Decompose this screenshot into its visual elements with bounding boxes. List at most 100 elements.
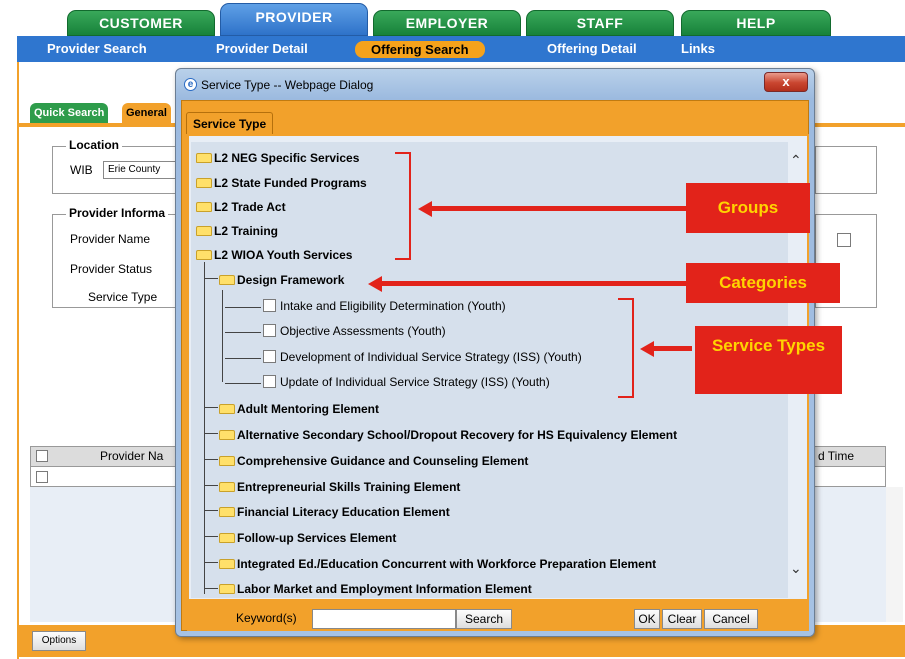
- folder-icon: [219, 507, 235, 517]
- row-checkbox[interactable]: [36, 471, 48, 483]
- tree-line: [222, 290, 223, 382]
- tree-connector: [204, 495, 218, 511]
- scroll-up-icon[interactable]: ⌃: [790, 152, 802, 169]
- tree-connector: [204, 470, 218, 486]
- tree-category[interactable]: Integrated Ed./Education Concurrent with…: [219, 557, 656, 571]
- tree-connector: [225, 317, 261, 333]
- service-types-annotation: Service Types: [695, 326, 842, 394]
- checkbox-right[interactable]: [837, 233, 851, 247]
- tree-group[interactable]: L2 Training: [196, 224, 278, 238]
- checkbox[interactable]: [263, 375, 276, 388]
- tab-help[interactable]: HELP: [681, 10, 831, 36]
- tree-service-type[interactable]: Update of Individual Service Strategy (I…: [263, 375, 550, 389]
- categories-arrowhead: [368, 276, 382, 292]
- tree-connector: [225, 343, 261, 359]
- folder-icon: [196, 202, 212, 212]
- service-type-label: Service Type: [88, 290, 158, 304]
- tree-group[interactable]: L2 Trade Act: [196, 200, 286, 214]
- nav-links[interactable]: Links: [681, 36, 715, 62]
- tab-customer[interactable]: CUSTOMER: [67, 10, 215, 36]
- tab-general[interactable]: General: [122, 103, 171, 123]
- folder-icon: [219, 275, 235, 285]
- options-button[interactable]: Options: [32, 631, 86, 651]
- tree-connector: [225, 368, 261, 384]
- cancel-button[interactable]: Cancel: [704, 609, 758, 629]
- keyword-input[interactable]: [312, 609, 456, 629]
- nav-provider-search[interactable]: Provider Search: [47, 36, 147, 62]
- tree-connector: [204, 262, 218, 279]
- grid-scrollbar[interactable]: [886, 487, 903, 622]
- keyword-label: Keyword(s): [236, 611, 297, 625]
- folder-icon: [219, 430, 235, 440]
- provider-name-label: Provider Name: [70, 232, 151, 246]
- wib-select[interactable]: Erie County: [103, 161, 177, 179]
- folder-icon: [196, 178, 212, 188]
- col-end-time[interactable]: d Time: [818, 449, 854, 463]
- tree-connector: [225, 292, 261, 308]
- wib-label: WIB: [70, 163, 93, 177]
- service-types-arrowhead: [640, 341, 654, 357]
- sub-nav-bar: Provider Search Provider Detail Offering…: [17, 36, 905, 62]
- groups-annotation: Groups: [686, 183, 810, 233]
- checkbox[interactable]: [263, 299, 276, 312]
- scroll-down-icon[interactable]: ⌄: [790, 560, 802, 577]
- groups-arrowhead: [418, 201, 432, 217]
- tree-service-type[interactable]: Development of Individual Service Strate…: [263, 350, 582, 364]
- folder-icon: [196, 226, 212, 236]
- folder-icon: [219, 559, 235, 569]
- tree-service-type[interactable]: Intake and Eligibility Determination (Yo…: [263, 299, 506, 313]
- ie-icon: e: [184, 78, 197, 91]
- checkbox[interactable]: [263, 324, 276, 337]
- nav-provider-detail[interactable]: Provider Detail: [216, 36, 308, 62]
- tree-connector: [204, 547, 218, 563]
- tree-category[interactable]: Comprehensive Guidance and Counseling El…: [219, 454, 528, 468]
- clear-button[interactable]: Clear: [662, 609, 702, 629]
- tree-category[interactable]: Labor Market and Employment Information …: [219, 582, 532, 596]
- provider-info-legend: Provider Informa: [66, 206, 169, 220]
- tree-connector: [204, 392, 218, 408]
- tab-quick-search[interactable]: Quick Search: [30, 103, 109, 123]
- folder-icon: [196, 250, 212, 260]
- tree-category[interactable]: Financial Literacy Education Element: [219, 505, 450, 519]
- tree-connector: [204, 573, 218, 589]
- dialog-title: Service Type -- Webpage Dialog: [201, 78, 374, 92]
- tab-provider[interactable]: PROVIDER: [220, 3, 368, 36]
- folder-icon: [219, 584, 235, 594]
- tree-category[interactable]: Entrepreneurial Skills Training Element: [219, 480, 460, 494]
- folder-icon: [219, 456, 235, 466]
- tree-group[interactable]: L2 WIOA Youth Services: [196, 248, 352, 262]
- provider-status-label: Provider Status: [70, 262, 153, 276]
- service-types-arrow: [652, 346, 692, 351]
- checkbox[interactable]: [263, 350, 276, 363]
- tab-staff[interactable]: STAFF: [526, 10, 674, 36]
- tree-category[interactable]: Alternative Secondary School/Dropout Rec…: [219, 428, 677, 442]
- col-provider-name[interactable]: Provider Na: [100, 449, 163, 463]
- folder-icon: [219, 533, 235, 543]
- groups-bracket: [395, 152, 411, 260]
- tree-category[interactable]: Design Framework: [219, 273, 344, 287]
- tree-category[interactable]: Adult Mentoring Element: [219, 402, 379, 416]
- folder-icon: [219, 404, 235, 414]
- select-all-checkbox[interactable]: [36, 450, 48, 462]
- tree-connector: [204, 521, 218, 537]
- tree-group[interactable]: L2 State Funded Programs: [196, 176, 367, 190]
- folder-icon: [196, 153, 212, 163]
- ok-button[interactable]: OK: [634, 609, 660, 629]
- location-fieldset-right: [815, 146, 877, 194]
- nav-offering-detail[interactable]: Offering Detail: [547, 36, 637, 62]
- categories-annotation: Categories: [686, 263, 840, 303]
- tree-connector: [204, 418, 218, 434]
- tree-service-type[interactable]: Objective Assessments (Youth): [263, 324, 446, 338]
- close-button[interactable]: x: [764, 72, 808, 92]
- tree-group[interactable]: L2 NEG Specific Services: [196, 151, 359, 165]
- categories-arrow: [380, 281, 690, 286]
- groups-arrow: [430, 206, 690, 211]
- nav-offering-search[interactable]: Offering Search: [355, 41, 485, 58]
- search-button[interactable]: Search: [456, 609, 512, 629]
- tree-category[interactable]: Follow-up Services Element: [219, 531, 396, 545]
- folder-icon: [219, 482, 235, 492]
- service-types-bracket: [618, 298, 634, 398]
- tree-connector: [204, 444, 218, 460]
- tab-service-type[interactable]: Service Type: [186, 112, 274, 134]
- tab-employer[interactable]: EMPLOYER: [373, 10, 521, 36]
